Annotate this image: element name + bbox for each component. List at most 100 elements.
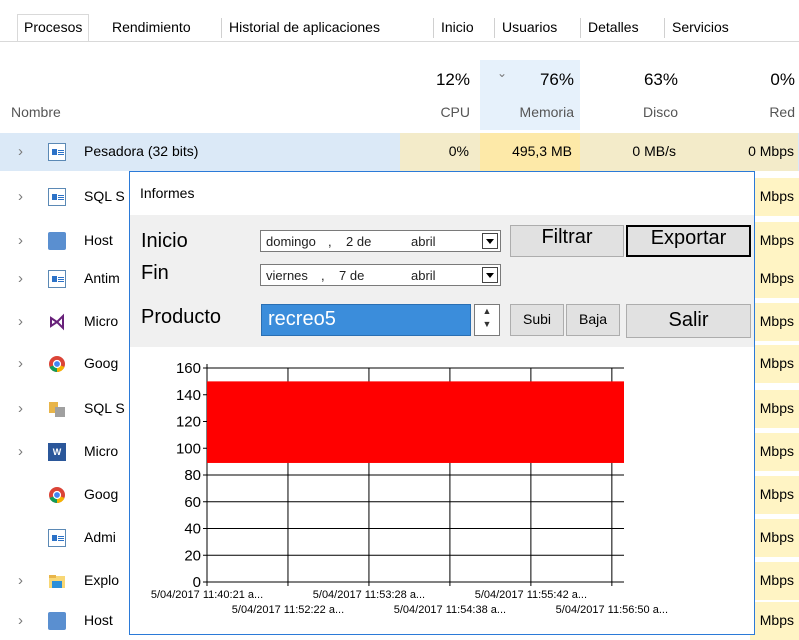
chrome-icon [48,355,66,373]
process-name: Admi [84,529,116,545]
process-network: Mbps [759,400,794,416]
tab-rendimiento[interactable]: Rendimiento [106,16,197,38]
x-tick-label: 5/04/2017 11:53:28 a... [313,589,425,601]
tab-separator [664,18,665,38]
fin-month: abril [411,268,436,283]
app-window-icon [48,270,66,288]
process-memory: 495,3 MB [512,143,572,159]
spin-up-icon[interactable]: ▲ [475,305,499,318]
memory-label: Memoria [519,104,574,120]
dropdown-arrow-icon[interactable] [482,233,498,249]
process-name: Micro [84,313,119,329]
process-network: Mbps [759,612,794,628]
process-network: Mbps [759,486,794,502]
tab-separator [433,18,434,38]
y-tick-label: 60 [184,494,201,511]
process-cpu: 0% [448,143,469,159]
process-name: Goog [84,355,119,371]
report-chart: 0 20 40 60 80 100 120 140 160 5/04/2017 11:40:21 … [130,347,754,634]
informes-dialog: Informes Inicio domingo , 2 de abril Fil… [129,171,755,635]
process-disk: 0 MB/s [632,143,676,159]
process-network: Mbps [759,232,794,248]
process-name: Antim [84,270,120,286]
producto-spinner[interactable]: ▲ ▼ [474,304,500,336]
tab-servicios[interactable]: Servicios [666,16,735,38]
expand-chevron-icon[interactable]: › [18,612,23,629]
producto-value: recreo5 [268,308,336,330]
fin-label: Fin [141,262,169,284]
word-icon: W [48,443,66,461]
gear-service-icon [48,232,66,250]
subi-button[interactable]: Subi [510,304,564,336]
app-window-icon [48,529,66,547]
tab-inicio[interactable]: Inicio [435,16,480,38]
process-name: SQL S [84,400,125,416]
producto-input[interactable]: recreo5 [261,304,471,336]
expand-chevron-icon[interactable]: › [18,143,23,160]
process-name: Goog [84,486,119,502]
process-name: Pesadora (32 bits) [84,143,199,159]
tab-bar: Procesos Rendimiento Historial de aplica… [0,0,799,44]
inicio-date-picker[interactable]: domingo , 2 de abril [260,230,501,252]
app-window-icon [48,143,66,161]
network-label: Red [769,104,795,120]
tab-procesos[interactable]: Procesos [17,14,90,42]
expand-chevron-icon[interactable]: › [18,313,23,330]
process-name: Micro [84,443,119,459]
process-name: Host [84,232,113,248]
tab-usuarios[interactable]: Usuarios [496,16,563,38]
column-disk[interactable]: 63% Disco [590,60,678,130]
process-network: Mbps [759,355,794,371]
y-tick-label: 80 [184,467,201,484]
disk-label: Disco [642,104,678,120]
inicio-label: Inicio [141,230,188,252]
chrome-icon [48,486,66,504]
exportar-button[interactable]: Exportar [626,225,751,257]
tab-baseline [0,41,799,42]
inicio-sep: , [328,234,332,249]
y-tick-label: 20 [184,547,201,564]
gear-service-icon [48,612,66,630]
cpu-label: CPU [440,104,470,120]
column-network[interactable]: 0% Red [700,60,795,130]
x-tick-label: 5/04/2017 11:54:38 a... [394,604,506,616]
inicio-weekday: domingo [266,234,316,249]
inicio-month: abril [411,234,436,249]
network-percent: 0% [770,70,795,89]
fin-date-picker[interactable]: viernes , 7 de abril [260,264,501,286]
disk-percent: 63% [643,70,678,89]
dropdown-arrow-icon[interactable] [482,267,498,283]
process-network: Mbps [759,529,794,545]
x-tick-label: 5/04/2017 11:55:42 a... [475,589,587,601]
tab-detalles[interactable]: Detalles [582,16,645,38]
process-network: Mbps [759,188,794,204]
spin-down-icon[interactable]: ▼ [475,318,499,331]
expand-chevron-icon[interactable]: › [18,270,23,287]
fin-weekday: viernes [266,268,308,283]
process-row[interactable]: › Pesadora (32 bits) 0% 495,3 MB 0 MB/s … [0,133,799,171]
x-tick-label: 5/04/2017 11:56:50 a... [556,604,668,616]
y-tick-label: 120 [176,414,201,431]
column-name[interactable]: Nombre [11,104,61,120]
fin-sep: , [321,268,325,283]
filtrar-button[interactable]: Filtrar [510,225,624,257]
expand-chevron-icon[interactable]: › [18,232,23,249]
process-network: Mbps [759,443,794,459]
column-memory[interactable]: ⌄ 76% Memoria [480,60,574,130]
expand-chevron-icon[interactable]: › [18,443,23,460]
process-network: Mbps [759,313,794,329]
expand-chevron-icon[interactable]: › [18,355,23,372]
expand-chevron-icon[interactable]: › [18,572,23,589]
salir-button[interactable]: Salir [626,304,751,338]
sql-server-icon [48,400,66,418]
expand-chevron-icon[interactable]: › [18,400,23,417]
column-header: Nombre 12% CPU ⌄ 76% Memoria 63% Disco 0… [0,60,799,130]
column-cpu[interactable]: 12% CPU [390,60,470,130]
tab-historial[interactable]: Historial de aplicaciones [223,16,386,38]
baja-button[interactable]: Baja [566,304,620,336]
series-area [207,381,624,463]
expand-chevron-icon[interactable]: › [18,188,23,205]
y-tick-label: 40 [184,521,201,538]
process-name: Explo [84,572,120,588]
fin-day: 7 de [339,268,365,283]
